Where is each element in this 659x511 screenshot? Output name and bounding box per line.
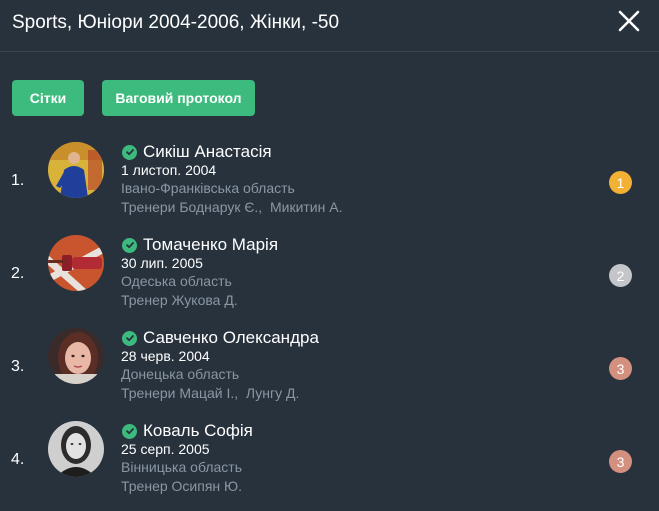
medal-badge: 1 <box>609 171 632 194</box>
athlete-row[interactable]: 4. Коваль Софія 25 серп. 2005 Вінницька … <box>0 421 659 511</box>
verified-check-icon <box>122 144 137 160</box>
avatar <box>48 421 104 477</box>
athlete-region: Івано-Франківська область <box>121 180 295 196</box>
verified-check-icon <box>122 237 137 253</box>
grids-button[interactable]: Сітки <box>12 80 84 116</box>
avatar <box>48 142 104 198</box>
athlete-birthdate: 28 черв. 2004 <box>121 348 210 364</box>
medal-badge: 3 <box>609 357 632 380</box>
athlete-birthdate: 30 лип. 2005 <box>121 255 203 271</box>
rank-number: 3. <box>11 358 25 375</box>
rank-number: 4. <box>11 451 25 468</box>
avatar <box>48 328 104 384</box>
athlete-region: Одеська область <box>121 273 232 289</box>
athlete-name-line: Томаченко Марія <box>122 235 278 255</box>
athlete-name[interactable]: Коваль Софія <box>143 421 253 441</box>
medal-badge: 3 <box>609 450 632 473</box>
athlete-region: Вінницька область <box>121 459 242 475</box>
athlete-name-line: Сикіш Анастасія <box>122 142 272 162</box>
rank-number: 1. <box>11 172 25 189</box>
weight-protocol-button[interactable]: Ваговий протокол <box>102 80 255 116</box>
athlete-row[interactable]: 3. Савченко Олександра 28 черв. 2004 Дон… <box>0 328 659 418</box>
athlete-row[interactable]: 2. Томаченко Марія 30 лип. 2005 Одеська … <box>0 235 659 325</box>
athlete-birthdate: 25 серп. 2005 <box>121 441 210 457</box>
dialog-header: Sports, Юніори 2004-2006, Жінки, -50 <box>0 0 659 52</box>
athlete-coach: Тренери Мацай І., Лунгу Д. <box>121 385 300 401</box>
athlete-name-line: Коваль Софія <box>122 421 253 441</box>
verified-check-icon <box>122 330 137 346</box>
verified-check-icon <box>122 423 137 439</box>
athlete-region: Донецька область <box>121 366 240 382</box>
page-title: Sports, Юніори 2004-2006, Жінки, -50 <box>12 12 340 33</box>
athlete-coach: Тренер Осипян Ю. <box>121 478 243 494</box>
rank-number: 2. <box>11 265 25 282</box>
athlete-name[interactable]: Савченко Олександра <box>143 328 319 348</box>
athlete-coach: Тренер Жукова Д. <box>121 292 238 308</box>
avatar <box>48 235 104 291</box>
medal-badge: 2 <box>609 264 632 287</box>
athlete-coach: Тренери Боднарук Є., Микитин А. <box>121 199 343 215</box>
athlete-name-line: Савченко Олександра <box>122 328 319 348</box>
athlete-name[interactable]: Сикіш Анастасія <box>143 142 272 162</box>
athlete-name[interactable]: Томаченко Марія <box>143 235 278 255</box>
close-icon[interactable] <box>616 8 642 34</box>
athlete-row[interactable]: 1. Сикіш Анастасія 1 листоп. 2004 Івано-… <box>0 142 659 232</box>
athlete-birthdate: 1 листоп. 2004 <box>121 162 217 178</box>
